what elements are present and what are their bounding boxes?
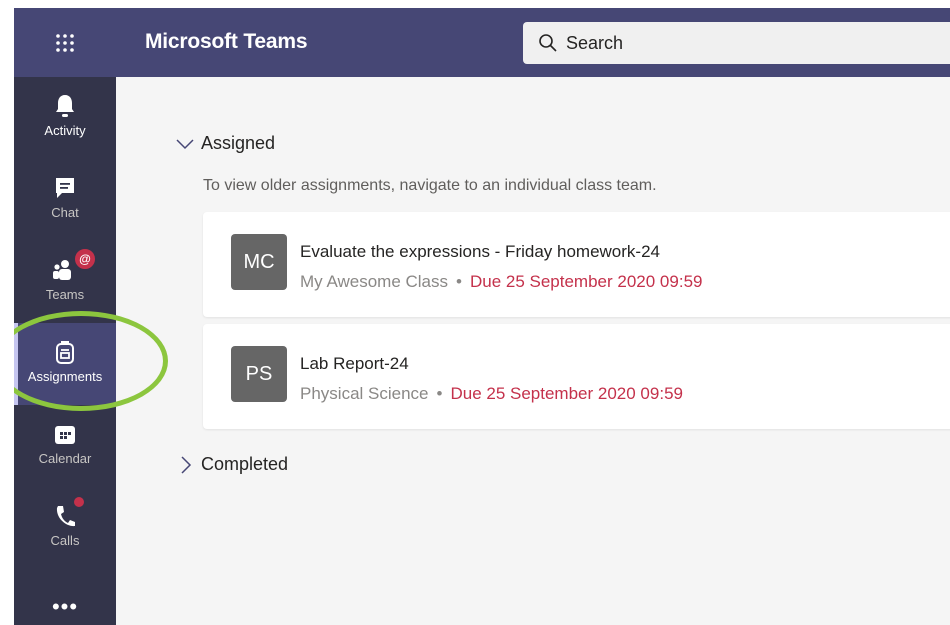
assignment-title: Evaluate the expressions - Friday homewo… (300, 242, 660, 261)
rail-label: Teams (45, 287, 85, 302)
search-box[interactable]: Search (523, 22, 950, 64)
class-avatar: MC (231, 234, 287, 290)
class-avatar: PS (231, 346, 287, 402)
calendar-icon (54, 419, 76, 449)
completed-section-toggle[interactable]: Completed (180, 454, 288, 475)
rail-item-activity[interactable]: Activity (14, 77, 116, 159)
separator-dot: • (456, 272, 462, 291)
teams-icon: @ (53, 247, 97, 285)
rail-item-chat[interactable]: Chat (14, 159, 116, 241)
search-icon (538, 33, 558, 53)
rail-label: Chat (51, 205, 79, 220)
separator-dot: • (436, 384, 443, 403)
due-date: Due 25 September 2020 09:59 (450, 384, 683, 403)
assignments-hint: To view older assignments, navigate to a… (203, 177, 657, 194)
assignment-card[interactable]: MC Evaluate the expressions - Friday hom… (203, 212, 950, 317)
assignment-title: Lab Report-24 (300, 354, 409, 373)
chevron-right-icon (180, 455, 201, 475)
mention-badge: @ (73, 247, 97, 271)
chat-icon (54, 173, 76, 203)
assignment-meta: My Awesome Class • Due 25 September 2020 0… (300, 272, 702, 292)
assignment-meta: Physical Science • Due 25 September 2020 0… (300, 384, 683, 404)
class-name: My Awesome Class (300, 272, 449, 291)
highlight-circle (14, 311, 168, 411)
assigned-section-toggle[interactable]: Assigned (175, 133, 275, 154)
rail-item-calls[interactable]: Calls (14, 487, 116, 569)
chevron-down-icon (175, 138, 201, 150)
bell-icon (54, 91, 76, 121)
app-title: Microsoft Teams (145, 30, 308, 53)
more-apps-icon[interactable]: ••• (14, 594, 116, 620)
assigned-heading: Assigned (201, 133, 276, 153)
assignment-card[interactable]: PS Lab Report-24 Physical Science • Due 25… (203, 324, 950, 429)
rail-label: Activity (44, 123, 86, 138)
rail-item-calendar[interactable]: Calendar (14, 405, 116, 487)
due-date: Due 25 September 2020 09:59 (469, 272, 703, 291)
rail-item-teams[interactable]: @ Teams (14, 241, 116, 323)
rail-label: Calendar (38, 451, 92, 466)
phone-icon (54, 495, 86, 531)
teams-window: Microsoft Teams Search Activity Chat @ T… (14, 8, 950, 625)
top-bar: Microsoft Teams Search (14, 8, 950, 77)
rail-label: Calls (50, 533, 80, 548)
notification-dot (72, 495, 86, 509)
app-launcher-icon[interactable] (14, 8, 116, 77)
search-placeholder: Search (566, 32, 624, 53)
completed-heading: Completed (201, 454, 289, 474)
class-name: Physical Science (300, 384, 429, 403)
